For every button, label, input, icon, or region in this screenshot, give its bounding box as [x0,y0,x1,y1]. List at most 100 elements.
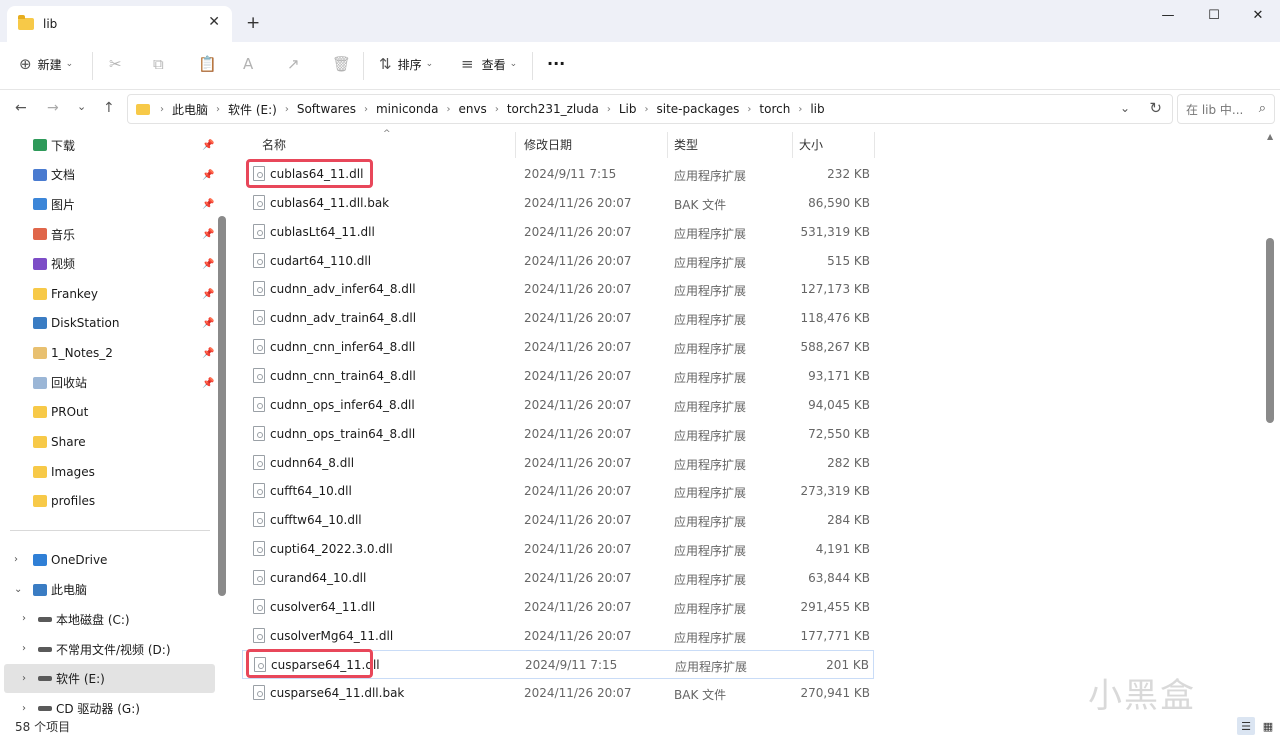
file-row[interactable]: cudnn64_8.dll 2024/11/26 20:07 应用程序扩展 282 K… [242,449,874,478]
forward-button[interactable]: → [47,100,59,116]
expand-icon[interactable]: ⌄ [14,584,22,595]
file-row[interactable]: cudnn_adv_train64_8.dll 2024/11/26 20:07 应… [242,304,874,333]
copy-button[interactable]: ⧉ [153,55,164,73]
sidebar-item[interactable]: 文档 [33,161,75,189]
refresh-button[interactable]: ↻ [1149,99,1162,117]
breadcrumb-torch231-zluda[interactable]: torch231_zluda [507,102,599,116]
file-row[interactable]: cupti64_2022.3.0.dll 2024/11/26 20:07 应用程序… [242,535,874,564]
tree-item[interactable]: 本地磁盘 (C:) [38,605,130,633]
sidebar-item[interactable]: Images [33,458,95,486]
tab-lib[interactable]: lib ✕ [7,6,232,42]
address-history-button[interactable]: ⌄ [1120,101,1130,115]
column-separator[interactable] [874,132,875,158]
breadcrumb-softwares[interactable]: Softwares [297,102,356,116]
breadcrumb-this-pc[interactable]: 此电脑 [172,101,208,118]
sidebar-item[interactable]: 1_Notes_2 [33,339,113,367]
expand-icon[interactable]: › [22,703,26,714]
tree-item[interactable]: 软件 (E:) [38,665,105,693]
column-header-size[interactable]: 大小 [799,131,823,157]
file-type: 应用程序扩展 [674,399,747,414]
sidebar-item[interactable]: 图片 [33,190,75,218]
sidebar-scrollbar[interactable] [218,216,226,596]
breadcrumb-drive-e[interactable]: 软件 (E:) [228,101,277,118]
maximize-button[interactable]: ☐ [1199,5,1229,25]
file-row[interactable]: cudnn_cnn_train64_8.dll 2024/11/26 20:07 应… [242,362,874,391]
file-row[interactable]: cudnn_ops_infer64_8.dll 2024/11/26 20:07 应… [242,391,874,420]
tree-item[interactable]: 不常用文件/视频 (D:) [38,635,171,663]
sidebar-item[interactable]: 下载 [33,131,75,159]
sidebar-item-label: 文档 [51,168,76,183]
sidebar-item[interactable]: Frankey [33,280,98,308]
tree-item[interactable]: OneDrive [33,546,107,574]
share-button[interactable]: ↗ [287,55,300,73]
recent-locations-button[interactable]: ⌄ [77,100,86,113]
file-icon [253,396,265,412]
file-date: 2024/9/11 7:15 [524,167,617,181]
sidebar-item[interactable]: 视频 [33,250,75,278]
column-header-date[interactable]: 修改日期 [524,131,572,157]
file-list-scrollbar[interactable] [1266,238,1274,423]
sidebar-item-label: 1_Notes_2 [51,345,113,360]
sidebar-item[interactable]: DiskStation [33,309,119,337]
column-header-name[interactable]: 名称 [262,131,286,157]
breadcrumb-site-packages[interactable]: site-packages [657,102,740,116]
column-separator[interactable] [667,132,668,158]
sort-button[interactable]: ⇅ 排序 ⌄ [379,55,433,73]
view-button[interactable]: ≡ 查看 ⌄ [461,55,517,73]
column-separator[interactable] [515,132,516,158]
file-row[interactable]: cublasLt64_11.dll 2024/11/26 20:07 应用程序扩展 5… [242,218,874,247]
file-row[interactable]: cublas64_11.dll.bak 2024/11/26 20:07 BAK 文… [242,189,874,218]
minimize-button[interactable]: — [1153,5,1183,25]
sidebar-item[interactable]: 音乐 [33,220,75,248]
breadcrumb-lib-upper[interactable]: Lib [619,102,637,116]
scroll-up-icon[interactable]: ▲ [1267,132,1273,141]
expand-icon[interactable]: › [22,673,26,684]
more-options-button[interactable]: ··· [547,54,565,73]
expand-icon[interactable]: › [14,554,18,565]
tiles-view-button[interactable]: ▦ [1259,717,1277,735]
details-view-button[interactable]: ☰ [1237,717,1255,735]
back-button[interactable]: ← [15,100,27,116]
file-icon [253,454,265,470]
delete-button[interactable]: 🗑 [332,55,351,73]
file-row[interactable]: cufft64_10.dll 2024/11/26 20:07 应用程序扩展 273,… [242,477,874,506]
tree-item[interactable]: 此电脑 [33,576,87,604]
cut-button[interactable]: ✂ [109,55,122,73]
sidebar-item[interactable]: Share [33,428,86,456]
sidebar-item[interactable]: profiles [33,487,95,515]
sidebar-item-label: Images [51,464,95,479]
breadcrumb-lib[interactable]: lib [810,102,824,116]
breadcrumb-envs[interactable]: envs [458,102,486,116]
sidebar-item[interactable]: PROut [33,398,88,426]
sidebar-item[interactable]: 回收站 [33,369,87,397]
file-row[interactable]: cufftw64_10.dll 2024/11/26 20:07 应用程序扩展 284… [242,506,874,535]
file-row[interactable]: cudart64_110.dll 2024/11/26 20:07 应用程序扩展 51… [242,247,874,276]
search-input[interactable]: 在 lib 中... ⌕ [1177,94,1275,124]
file-icon [253,310,265,326]
file-row[interactable]: cusparse64_11.dll.bak 2024/11/26 20:07 BAK… [242,679,874,708]
file-row[interactable]: cudnn_ops_train64_8.dll 2024/11/26 20:07 应… [242,420,874,449]
file-row[interactable]: cusolver64_11.dll 2024/11/26 20:07 应用程序扩展 2… [242,593,874,622]
breadcrumb-miniconda[interactable]: miniconda [376,102,438,116]
file-row[interactable]: curand64_10.dll 2024/11/26 20:07 应用程序扩展 63,… [242,564,874,593]
new-tab-button[interactable]: + [246,13,260,33]
breadcrumb-torch[interactable]: torch [759,102,790,116]
file-row[interactable]: cudnn_adv_infer64_8.dll 2024/11/26 20:07 应… [242,275,874,304]
address-bar[interactable]: › 此电脑 › 软件 (E:) › Softwares › miniconda › en… [127,94,1173,124]
rename-button[interactable]: A [243,55,253,73]
expand-icon[interactable]: › [22,613,26,624]
expand-icon[interactable]: › [22,643,26,654]
close-window-button[interactable]: ✕ [1243,5,1273,25]
folder-icon [33,495,47,508]
file-row[interactable]: cudnn_cnn_infer64_8.dll 2024/11/26 20:07 应… [242,333,874,362]
selected-highlight [4,664,215,693]
file-row[interactable]: cusolverMg64_11.dll 2024/11/26 20:07 应用程序扩… [242,622,874,651]
close-tab-icon[interactable]: ✕ [208,14,220,30]
column-separator[interactable] [792,132,793,158]
file-size: 588,267 KB [800,340,870,355]
folder-icon [33,228,47,241]
up-button[interactable]: ↑ [103,100,115,116]
column-header-type[interactable]: 类型 [674,131,698,157]
new-button[interactable]: ⊕ 新建 ⌄ [19,55,73,73]
paste-button[interactable]: 📋 [198,55,217,73]
